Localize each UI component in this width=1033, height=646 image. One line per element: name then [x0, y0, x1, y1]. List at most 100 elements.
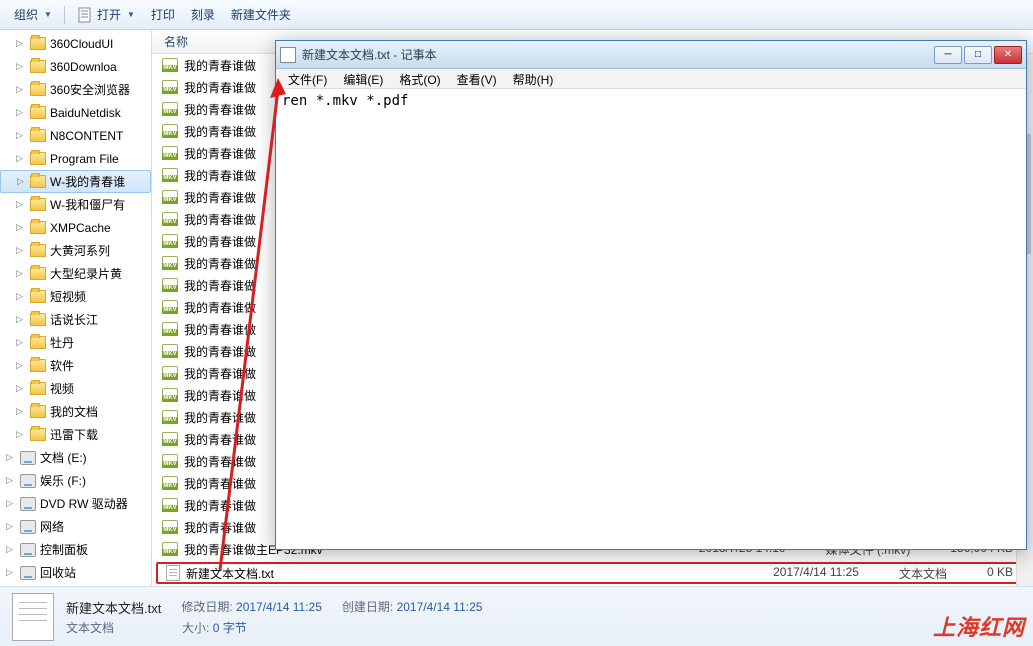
- maximize-button[interactable]: □: [964, 46, 992, 64]
- folder-icon: [30, 175, 46, 188]
- tree-item-label: 360安全浏览器: [50, 81, 130, 98]
- tree-folder-item[interactable]: ▷视频: [0, 377, 151, 400]
- tree-folder-item[interactable]: ▷迅雷下载: [0, 423, 151, 446]
- explorer-toolbar: 组织▼ 打开▼ 打印 刻录 新建文件夹: [0, 0, 1033, 30]
- tree-device-item[interactable]: ▷回收站: [0, 561, 151, 584]
- expand-icon[interactable]: ▷: [16, 337, 23, 348]
- open-menu[interactable]: 打开▼: [71, 4, 141, 25]
- file-name: 我的青春谁做: [184, 497, 256, 514]
- tree-folder-item[interactable]: ▷大型纪录片黄: [0, 262, 151, 285]
- folder-icon: [30, 290, 46, 303]
- file-name: 我的青春谁做: [184, 255, 256, 272]
- expand-icon[interactable]: ▷: [6, 475, 13, 486]
- expand-icon[interactable]: ▷: [6, 521, 13, 532]
- tree-item-label: 文档 (E:): [40, 449, 87, 466]
- mkv-file-icon: [162, 366, 178, 380]
- file-name: 我的青春谁做: [184, 79, 256, 96]
- tree-device-item[interactable]: ▷网络: [0, 515, 151, 538]
- tree-folder-item[interactable]: ▷ 软件: [0, 354, 151, 377]
- file-name: 我的青春谁做: [184, 431, 256, 448]
- file-name: 我的青春谁做: [184, 189, 256, 206]
- tree-folder-item[interactable]: ▷BaiduNetdisk: [0, 101, 151, 124]
- tree-item-label: W-我的青春谁: [50, 173, 125, 190]
- mkv-file-icon: [162, 234, 178, 248]
- tree-folder-item[interactable]: ▷大黄河系列: [0, 239, 151, 262]
- notepad-title: 新建文本文档.txt - 记事本: [302, 46, 934, 63]
- tree-folder-item[interactable]: ▷牡丹: [0, 331, 151, 354]
- expand-icon[interactable]: ▷: [6, 567, 13, 578]
- file-row-selected[interactable]: 新建文本文档.txt2017/4/14 11:25文本文档0 KB: [156, 562, 1029, 584]
- folder-tree[interactable]: ▷360CloudUI▷360Downloa▷360安全浏览器▷BaiduNet…: [0, 30, 152, 586]
- burn-button[interactable]: 刻录: [185, 4, 221, 25]
- folder-icon: [30, 244, 46, 257]
- tree-item-label: 软件: [50, 357, 74, 374]
- tree-item-label: DVD RW 驱动器: [40, 495, 128, 512]
- menu-file[interactable]: 文件(F): [280, 69, 335, 88]
- chevron-down-icon: ▼: [44, 10, 52, 19]
- expand-icon[interactable]: ▷: [6, 452, 13, 463]
- expand-icon[interactable]: ▷: [16, 61, 23, 72]
- expand-icon[interactable]: ▷: [16, 222, 23, 233]
- file-name: 我的青春谁做: [184, 453, 256, 470]
- close-button[interactable]: ✕: [994, 46, 1022, 64]
- drive-icon: [20, 566, 36, 580]
- file-name: 我的青春谁做: [184, 365, 256, 382]
- menu-format[interactable]: 格式(O): [391, 69, 448, 88]
- notepad-textarea[interactable]: ren *.mkv *.pdf: [276, 89, 1026, 549]
- minimize-button[interactable]: ─: [934, 46, 962, 64]
- tree-device-item[interactable]: ▷控制面板: [0, 538, 151, 561]
- expand-icon[interactable]: ▷: [16, 84, 23, 95]
- tree-folder-item[interactable]: ▷ 短视频: [0, 285, 151, 308]
- expand-icon[interactable]: ▷: [16, 406, 23, 417]
- tree-folder-item[interactable]: ▷Program File: [0, 147, 151, 170]
- expand-icon[interactable]: ▷: [16, 38, 23, 49]
- expand-icon[interactable]: ▷: [16, 245, 23, 256]
- watermark: 上海红网: [933, 610, 1025, 642]
- tree-folder-item[interactable]: ▷360CloudUI: [0, 32, 151, 55]
- folder-icon: [30, 83, 46, 96]
- tree-device-item[interactable]: ▷ DVD RW 驱动器: [0, 492, 151, 515]
- folder-icon: [30, 152, 46, 165]
- notepad-app-icon: [280, 47, 296, 63]
- drive-icon: [20, 520, 36, 534]
- menu-help[interactable]: 帮助(H): [505, 69, 562, 88]
- expand-icon[interactable]: ▷: [16, 130, 23, 141]
- menu-edit[interactable]: 编辑(E): [335, 69, 391, 88]
- tree-folder-item[interactable]: ▷ 360安全浏览器: [0, 78, 151, 101]
- folder-icon: [30, 129, 46, 142]
- expand-icon[interactable]: ▷: [16, 360, 23, 371]
- tree-item-label: 360Downloa: [50, 60, 117, 74]
- file-name: 我的青春谁做: [184, 519, 256, 536]
- mkv-file-icon: [162, 322, 178, 336]
- expand-icon[interactable]: ▷: [16, 314, 23, 325]
- organize-menu[interactable]: 组织▼: [8, 4, 58, 25]
- expand-icon[interactable]: ▷: [16, 429, 23, 440]
- expand-icon[interactable]: ▷: [16, 383, 23, 394]
- expand-icon[interactable]: ▷: [16, 153, 23, 164]
- tree-device-item[interactable]: ▷ 文档 (E:): [0, 446, 151, 469]
- expand-icon[interactable]: ▷: [6, 498, 13, 509]
- expand-icon[interactable]: ▷: [16, 199, 23, 210]
- newfolder-button[interactable]: 新建文件夹: [225, 4, 297, 25]
- print-button[interactable]: 打印: [145, 4, 181, 25]
- expand-icon[interactable]: ▷: [16, 268, 23, 279]
- expand-icon[interactable]: ▷: [17, 176, 24, 187]
- tree-device-item[interactable]: ▷娱乐 (F:): [0, 469, 151, 492]
- tree-item-label: 话说长江: [50, 311, 98, 328]
- tree-item-label: 短视频: [50, 288, 86, 305]
- tree-folder-item[interactable]: ▷W-我和僵尸有: [0, 193, 151, 216]
- folder-icon: [30, 267, 46, 280]
- tree-folder-item[interactable]: ▷ W-我的青春谁: [0, 170, 151, 193]
- mkv-file-icon: [162, 432, 178, 446]
- expand-icon[interactable]: ▷: [6, 544, 13, 555]
- tree-folder-item[interactable]: ▷ 话说长江: [0, 308, 151, 331]
- tree-folder-item[interactable]: ▷ 360Downloa: [0, 55, 151, 78]
- expand-icon[interactable]: ▷: [16, 107, 23, 118]
- menu-view[interactable]: 查看(V): [449, 69, 505, 88]
- tree-folder-item[interactable]: ▷我的文档: [0, 400, 151, 423]
- expand-icon[interactable]: ▷: [16, 291, 23, 302]
- drive-icon: [20, 474, 36, 488]
- notepad-titlebar[interactable]: 新建文本文档.txt - 记事本 ─ □ ✕: [276, 41, 1026, 69]
- tree-folder-item[interactable]: ▷XMPCache: [0, 216, 151, 239]
- tree-folder-item[interactable]: ▷N8CONTENT: [0, 124, 151, 147]
